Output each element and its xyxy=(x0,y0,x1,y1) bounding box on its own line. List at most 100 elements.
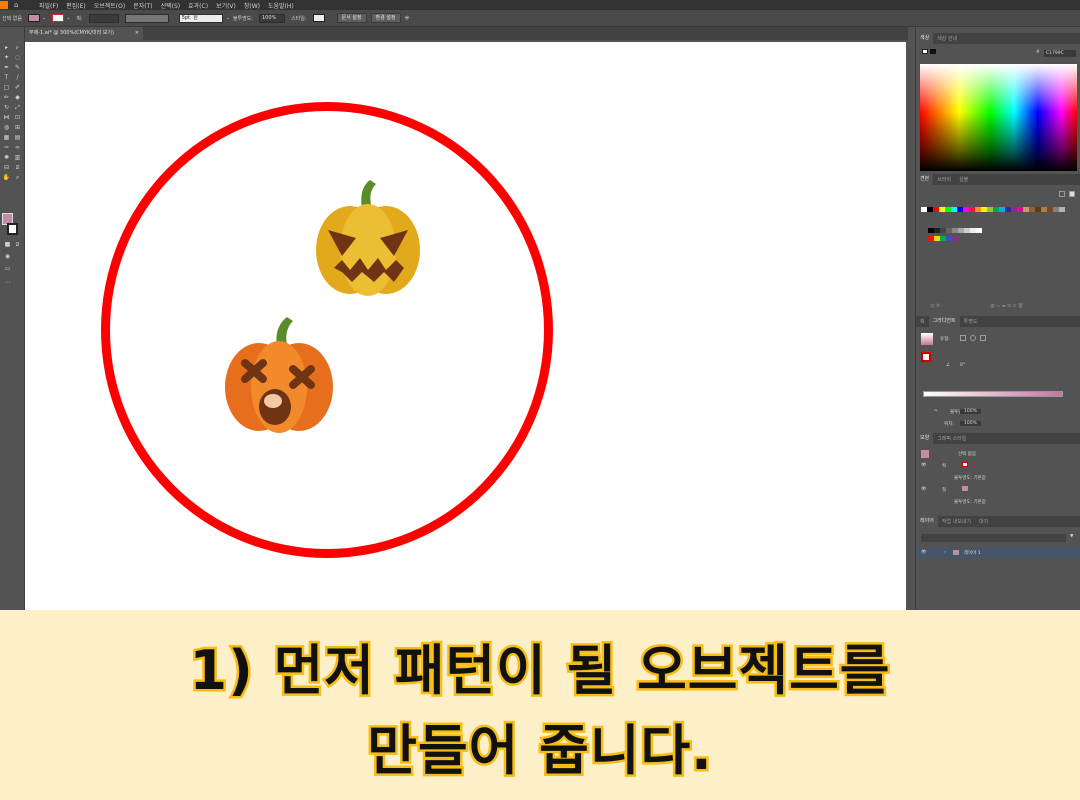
tab-transparency[interactable]: 투명도 xyxy=(960,318,982,325)
opacity-field[interactable]: 100% xyxy=(259,13,285,23)
none-mode-icon[interactable]: ⧄ xyxy=(13,241,22,248)
menu-view[interactable]: 보기(V) xyxy=(216,1,236,10)
gradient-preview[interactable] xyxy=(921,333,933,345)
tab-appearance[interactable]: 모양 xyxy=(916,433,934,444)
menu-help[interactable]: 도움말(H) xyxy=(268,1,294,10)
rotate-tool-icon[interactable]: ↻ xyxy=(2,104,11,111)
eyedropper-icon[interactable]: ✑ xyxy=(2,144,11,151)
location-field[interactable]: 100% xyxy=(960,421,981,426)
tab-asset-export[interactable]: 작업 내보내기 xyxy=(938,518,975,525)
close-icon[interactable]: × xyxy=(135,27,139,40)
type-tool-icon[interactable]: T xyxy=(2,74,11,81)
shocked-pumpkin-icon[interactable] xyxy=(223,317,335,437)
slice-tool-icon[interactable]: ⧄ xyxy=(13,164,22,171)
color-stroke-icon[interactable] xyxy=(930,49,936,54)
symbol-sprayer-icon[interactable]: ✺ xyxy=(2,154,11,161)
stroke-swatch[interactable] xyxy=(52,14,65,22)
arrange-icon[interactable]: ⁜ xyxy=(405,15,410,22)
gradient-slider[interactable] xyxy=(923,391,1063,397)
free-transform-icon[interactable]: ⊡ xyxy=(13,114,22,121)
fill-swatch-small[interactable] xyxy=(962,486,968,491)
menu-file[interactable]: 파일(F) xyxy=(39,1,58,10)
fill-dropdown-icon[interactable]: ⌄ xyxy=(42,15,46,21)
color-swatch[interactable] xyxy=(1059,207,1065,212)
layer-name[interactable]: 레이어 1 xyxy=(964,550,981,556)
perspective-grid-icon[interactable]: ⊞ xyxy=(13,124,22,131)
line-tool-icon[interactable]: / xyxy=(13,74,22,81)
appearance-row-fill-opacity[interactable]: 불투명도: 기본값 xyxy=(954,499,986,505)
appearance-row-fill[interactable]: 칠 xyxy=(942,487,946,493)
color-mode-icon[interactable]: ■ xyxy=(3,241,12,248)
layer-search-input[interactable] xyxy=(921,534,1066,542)
artboard[interactable] xyxy=(25,42,906,610)
direct-selection-tool-icon[interactable]: ▹ xyxy=(13,44,22,51)
brush-dropdown-icon[interactable]: ⌄ xyxy=(226,15,230,21)
tab-stroke[interactable]: 획 xyxy=(916,318,929,325)
eraser-tool-icon[interactable]: ◆ xyxy=(13,94,22,101)
fill-swatch[interactable] xyxy=(28,14,40,22)
pencil-tool-icon[interactable]: ✏ xyxy=(2,94,11,101)
filter-icon[interactable]: ▼ xyxy=(1070,534,1073,539)
stroke-none-swatch[interactable] xyxy=(962,462,968,467)
tab-brushes[interactable]: 브러쉬 xyxy=(933,176,955,183)
menu-select[interactable]: 선택(S) xyxy=(161,1,181,10)
grey-swatch[interactable] xyxy=(976,228,982,233)
zoom-tool-icon[interactable]: ⌕ xyxy=(13,174,22,181)
magic-wand-icon[interactable]: ✦ xyxy=(2,54,11,61)
document-setup-button[interactable]: 문서 설정 xyxy=(336,13,367,23)
linear-gradient-icon[interactable] xyxy=(960,335,966,341)
paintbrush-icon[interactable]: ✐ xyxy=(13,84,22,91)
stroke-dropdown-icon[interactable]: ⌄ xyxy=(66,15,70,21)
gradient-angle-field[interactable]: 0° xyxy=(960,363,965,368)
grid-view-icon[interactable] xyxy=(1069,191,1075,197)
menu-object[interactable]: 오브젝트(O) xyxy=(94,1,126,10)
menu-effect[interactable]: 효과(C) xyxy=(188,1,208,10)
menu-type[interactable]: 문자(T) xyxy=(133,1,152,10)
document-tab[interactable]: 무제-1.ai* @ 300%(CMYK/미리 보기) × xyxy=(25,27,143,40)
blend-tool-icon[interactable]: ∞ xyxy=(13,144,22,151)
draw-mode-icon[interactable]: ◉ xyxy=(3,253,12,260)
tab-color-guide[interactable]: 색상 안내 xyxy=(933,35,961,42)
tab-swatches[interactable]: 견본 xyxy=(916,174,934,185)
scale-tool-icon[interactable]: ⤢ xyxy=(13,104,22,111)
canvas-area[interactable] xyxy=(25,40,908,610)
eye-icon[interactable]: 👁 xyxy=(921,463,927,468)
gradient-tool-icon[interactable]: ▤ xyxy=(13,134,22,141)
lasso-icon[interactable]: ◌ xyxy=(13,54,22,61)
shape-builder-icon[interactable]: ◍ xyxy=(2,124,11,131)
jack-o-lantern-icon[interactable] xyxy=(312,178,424,300)
menu-window[interactable]: 창(W) xyxy=(244,1,260,10)
tab-layers[interactable]: 레이어 xyxy=(916,516,938,527)
color-spectrum[interactable] xyxy=(920,64,1077,171)
gradient-stroke-preview[interactable] xyxy=(921,352,931,362)
layer-row[interactable]: 👁 › 레이어 1 xyxy=(916,548,1080,558)
home-icon[interactable]: ⌂ xyxy=(14,1,23,9)
freeform-gradient-icon[interactable] xyxy=(980,335,986,341)
opacity-field[interactable]: 100% xyxy=(960,409,981,414)
mesh-tool-icon[interactable]: ▦ xyxy=(2,134,11,141)
radial-gradient-icon[interactable] xyxy=(970,335,976,341)
style-swatch[interactable] xyxy=(312,14,325,22)
curvature-tool-icon[interactable]: ✎ xyxy=(13,64,22,71)
tab-graphic-styles[interactable]: 그래픽 스타일 xyxy=(933,435,970,442)
color-group-swatch[interactable] xyxy=(952,236,958,241)
preferences-button[interactable]: 환경 설정 xyxy=(370,13,401,23)
expand-arrow-icon[interactable]: › xyxy=(944,550,946,555)
hand-tool-icon[interactable]: ✋ xyxy=(2,174,11,181)
stroke-color-box[interactable] xyxy=(7,223,18,235)
hex-color-field[interactable]: C1799C xyxy=(1044,50,1076,57)
more-tools-icon[interactable]: ⋯ xyxy=(3,279,12,286)
appearance-row-stroke-opacity[interactable]: 불투명도: 기본값 xyxy=(954,475,986,481)
brush-field[interactable]: 5pt. 원 xyxy=(178,13,223,23)
variable-width-field[interactable] xyxy=(124,13,169,23)
appearance-row-stroke[interactable]: 획 xyxy=(942,463,946,469)
tab-color[interactable]: 색상 xyxy=(916,33,934,44)
pen-tool-icon[interactable]: ✒ xyxy=(2,64,11,71)
artboard-tool-icon[interactable]: ⊟ xyxy=(2,164,11,171)
tab-gradient[interactable]: 그라디언트 xyxy=(928,316,960,327)
stroke-weight-field[interactable] xyxy=(88,13,119,23)
eye-icon[interactable]: 👁 xyxy=(921,487,927,492)
list-view-icon[interactable] xyxy=(1059,191,1065,197)
eye-icon[interactable]: 👁 xyxy=(921,550,927,555)
rectangle-tool-icon[interactable]: □ xyxy=(2,84,11,91)
